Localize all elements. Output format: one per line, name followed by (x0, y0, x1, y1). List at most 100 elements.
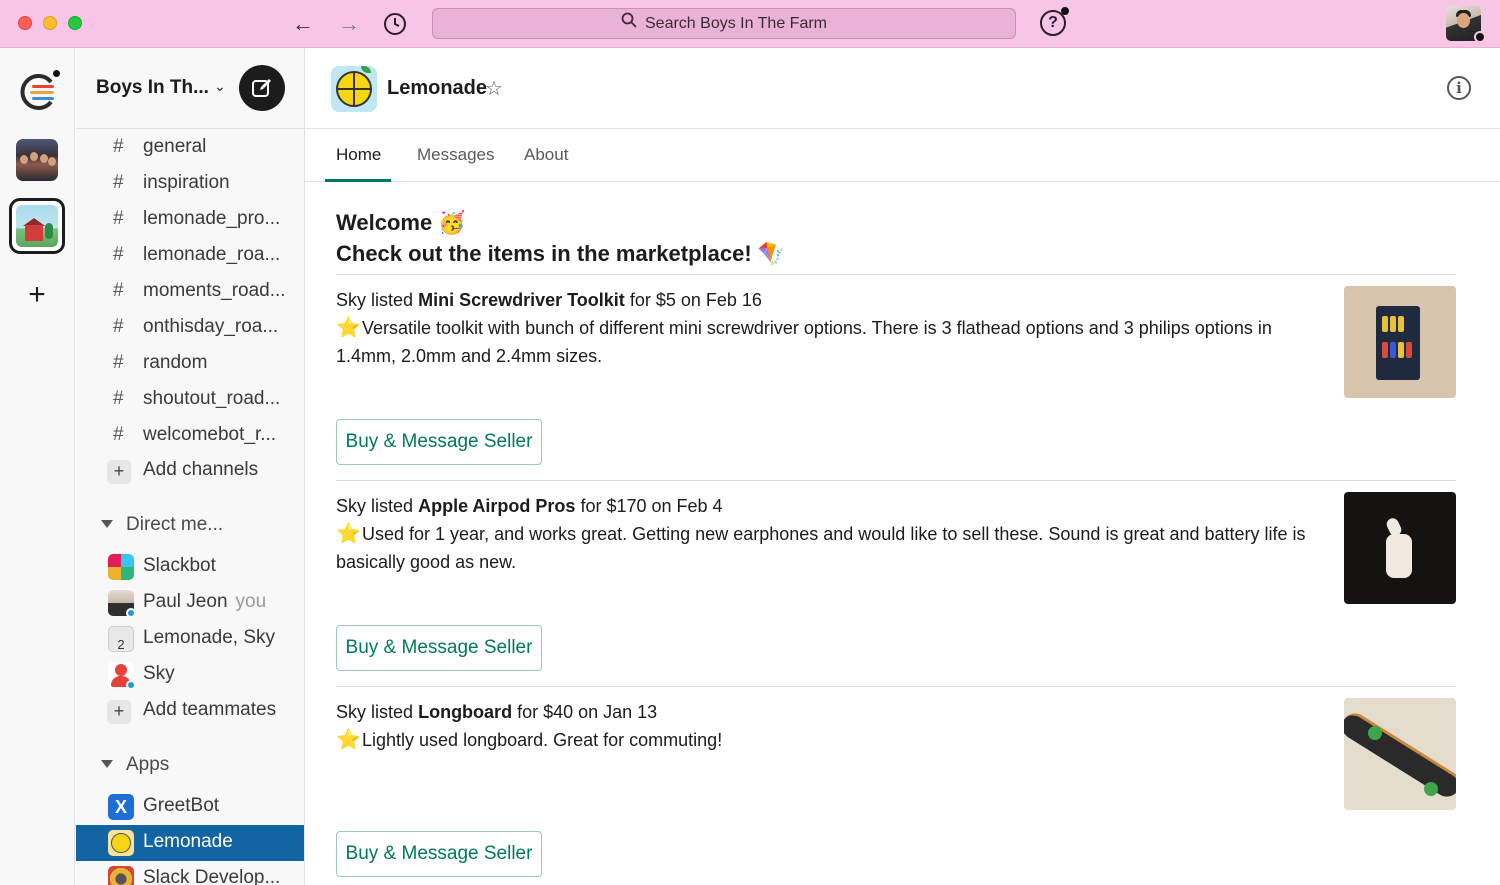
apps-section[interactable]: Apps (76, 749, 304, 783)
group-dm-avatar: 2 (108, 626, 134, 652)
hash-icon: # (113, 316, 124, 337)
hash-icon: # (113, 388, 124, 409)
channel-general[interactable]: # general (76, 130, 304, 166)
add-channels-button[interactable]: + Add channels (76, 453, 304, 489)
dm-paul-jeon[interactable]: Paul Jeon you (76, 585, 304, 621)
star-emoji-icon: ⭐ (336, 523, 361, 545)
workspace-notification-dot (51, 68, 62, 79)
divider (336, 686, 1456, 687)
app-lemonade[interactable]: Lemonade (76, 825, 304, 861)
item-photo[interactable] (1344, 492, 1456, 604)
channel-lemonade-roa[interactable]: # lemonade_roa... (76, 238, 304, 274)
channel-label: welcomebot_r... (143, 424, 277, 445)
online-status-dot (126, 680, 136, 690)
search-bar[interactable]: Search Boys In The Farm (432, 8, 1016, 39)
listing-description: ⭐Used for 1 year, and works great. Getti… (336, 520, 1326, 576)
user-status-dot (1474, 31, 1486, 43)
add-workspace-icon[interactable]: + (22, 280, 52, 310)
caret-down-icon (101, 760, 113, 768)
seller-name: Sky (336, 702, 367, 722)
description-text: Lightly used longboard. Great for commut… (362, 730, 723, 750)
app-tabs: Home Messages About (305, 130, 1500, 182)
maximize-window-button[interactable] (68, 16, 82, 30)
channel-label: shoutout_road... (143, 388, 281, 409)
price-date: for $5 on Feb 16 (629, 290, 762, 310)
add-teammates-button[interactable]: + Add teammates (76, 693, 304, 729)
sidebar-header: Boys In Th... ⌄ (76, 48, 304, 129)
greetbot-icon: Χ (108, 794, 134, 820)
app-slack-developer[interactable]: Slack Develop... (76, 861, 304, 885)
dm-label: Slackbot (143, 555, 216, 576)
workspace-rail: + (0, 48, 75, 885)
listing-item: Sky listed Longboard for $40 on Jan 13 ⭐… (336, 698, 1456, 877)
dm-slackbot[interactable]: Slackbot (76, 549, 304, 585)
buy-message-seller-button[interactable]: Buy & Message Seller (336, 419, 542, 465)
minimize-window-button[interactable] (43, 16, 57, 30)
chevron-down-icon[interactable]: ⌄ (214, 78, 226, 95)
item-name: Mini Screwdriver Toolkit (418, 290, 625, 310)
listing-item: Sky listed Apple Airpod Pros for $170 on… (336, 492, 1456, 671)
channel-label: random (143, 352, 208, 373)
app-greetbot[interactable]: Χ GreetBot (76, 789, 304, 825)
listing-summary: Sky listed Longboard for $40 on Jan 13 (336, 698, 1456, 726)
lemonade-app-icon (331, 66, 377, 112)
channel-random[interactable]: # random (76, 346, 304, 382)
workspace-photo-icon[interactable] (16, 139, 58, 181)
tab-messages[interactable]: Messages (417, 145, 494, 165)
direct-messages-section[interactable]: Direct me... (76, 509, 304, 543)
channel-label: moments_road... (143, 280, 286, 301)
lemonade-icon (108, 830, 134, 856)
caret-down-icon (101, 520, 113, 528)
add-teammates-label: Add teammates (143, 699, 277, 720)
buy-message-seller-button[interactable]: Buy & Message Seller (336, 831, 542, 877)
app-title[interactable]: Lemonade (387, 77, 487, 100)
add-channels-label: Add channels (143, 459, 259, 480)
hash-icon: # (113, 352, 124, 373)
channel-onthisday-roa[interactable]: # onthisday_roa... (76, 310, 304, 346)
dm-lemonade-sky[interactable]: 2 Lemonade, Sky (76, 621, 304, 657)
channel-inspiration[interactable]: # inspiration (76, 166, 304, 202)
workspace-name[interactable]: Boys In Th... (96, 77, 209, 99)
listing-summary: Sky listed Apple Airpod Pros for $170 on… (336, 492, 1456, 520)
channel-welcomebot-r[interactable]: # welcomebot_r... (76, 418, 304, 454)
listing-description: ⭐Lightly used longboard. Great for commu… (336, 726, 1326, 754)
section-label: Apps (126, 754, 170, 775)
channel-sidebar: Boys In Th... ⌄ # general # inspiration # l… (76, 48, 305, 885)
title-bar: ← → Search Boys In The Farm ? (0, 0, 1500, 48)
dm-sky[interactable]: Sky (76, 657, 304, 693)
info-icon[interactable]: i (1447, 76, 1471, 100)
close-window-button[interactable] (18, 16, 32, 30)
history-clock-icon[interactable] (381, 10, 409, 38)
app-label: GreetBot (143, 795, 220, 816)
listed-word: listed (371, 290, 414, 310)
tab-home[interactable]: Home (336, 145, 381, 165)
listing-summary: Sky listed Mini Screwdriver Toolkit for … (336, 286, 1456, 314)
slackbot-avatar (108, 554, 134, 580)
star-emoji-icon: ⭐ (336, 729, 361, 751)
search-placeholder: Search Boys In The Farm (645, 15, 827, 32)
welcome-heading: Welcome 🥳 (336, 210, 466, 235)
workspace-farm-icon[interactable] (9, 198, 65, 254)
listed-word: listed (371, 496, 414, 516)
star-icon[interactable]: ☆ (485, 76, 503, 101)
tab-about[interactable]: About (524, 145, 568, 165)
channel-lemonade-pro[interactable]: # lemonade_pro... (76, 202, 304, 238)
buy-message-seller-button[interactable]: Buy & Message Seller (336, 625, 542, 671)
channel-label: lemonade_pro... (143, 208, 281, 229)
channel-shoutout-road[interactable]: # shoutout_road... (76, 382, 304, 418)
back-arrow-icon[interactable]: ← (289, 10, 317, 38)
channel-moments-road[interactable]: # moments_road... (76, 274, 304, 310)
member-count-badge: 2 (117, 637, 125, 652)
compose-button[interactable] (239, 65, 285, 111)
plus-icon: + (107, 460, 131, 484)
seller-name: Sky (336, 496, 367, 516)
price-date: for $170 on Feb 4 (580, 496, 723, 516)
item-photo[interactable] (1344, 286, 1456, 398)
help-notification-dot (1061, 7, 1069, 15)
item-photo[interactable] (1344, 698, 1456, 810)
app-home-panel: Lemonade ☆ i Home Messages About Welcome… (305, 48, 1500, 885)
forward-arrow-icon[interactable]: → (335, 10, 363, 38)
online-status-dot (126, 608, 136, 618)
hash-icon: # (113, 136, 124, 157)
dm-label: Sky (143, 663, 175, 684)
